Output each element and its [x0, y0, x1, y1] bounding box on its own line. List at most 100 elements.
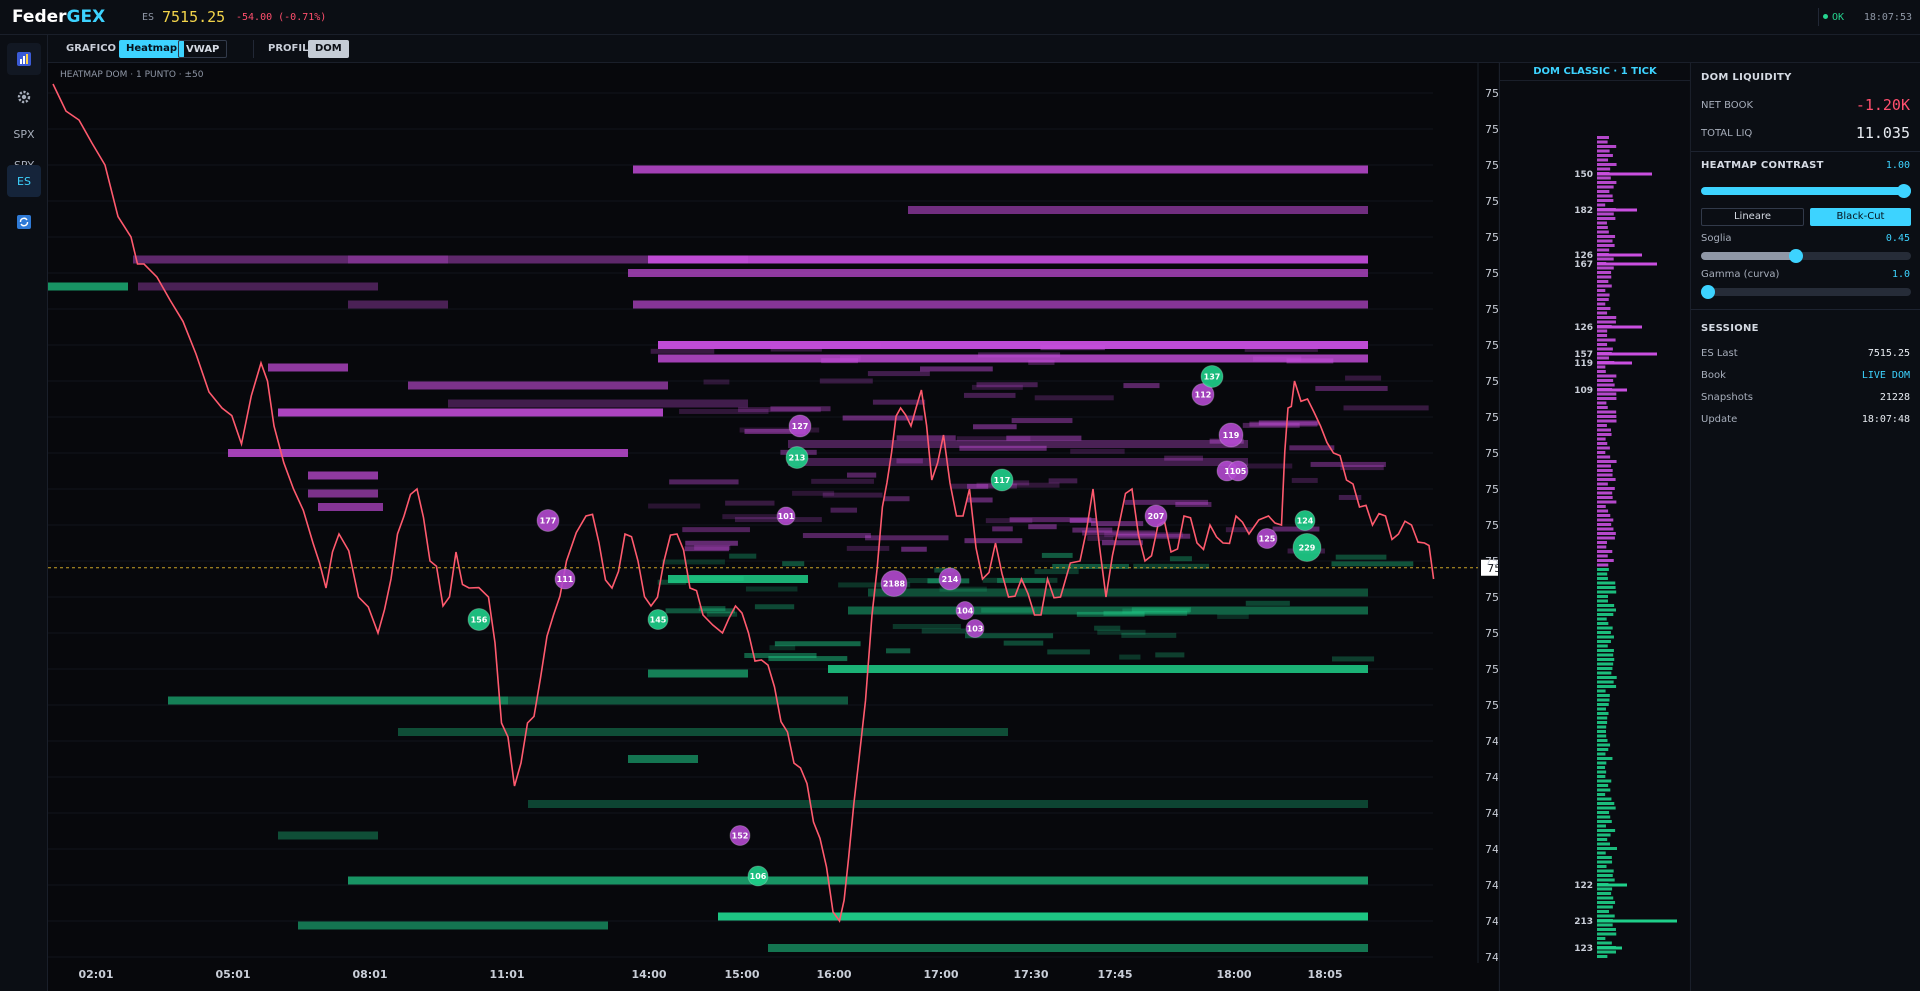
dom-bar: [1597, 307, 1611, 310]
dom-bar: [1597, 257, 1614, 261]
liquidity-band: [398, 728, 1008, 736]
dom-size-label: 123: [1574, 944, 1593, 954]
dom-bar: [1597, 932, 1617, 936]
dom-bar: [1597, 329, 1608, 333]
dom-size-label: 213: [1574, 917, 1593, 927]
dom-bar: [1597, 833, 1611, 837]
divider: [1818, 8, 1819, 26]
dom-size-label: 182: [1574, 206, 1593, 216]
dom-bar: [1597, 950, 1617, 954]
dom-bar: [1597, 784, 1609, 787]
liquidity-cell: [978, 352, 1061, 358]
soglia-slider-handle[interactable]: [1789, 249, 1804, 263]
gamma-slider-handle[interactable]: [1701, 285, 1715, 299]
liquidity-band: [348, 255, 448, 264]
liquidity-cell: [971, 384, 1023, 390]
dom-bar: [1597, 595, 1608, 598]
sidebar-item-spx[interactable]: SPX: [7, 118, 41, 150]
dom-bar: [1597, 563, 1609, 567]
dom-bar: [1597, 599, 1608, 603]
lineare-button[interactable]: Lineare: [1701, 208, 1804, 226]
net-book-label: NET BOOK: [1701, 100, 1754, 111]
dom-bar: [1597, 797, 1612, 801]
liquidity-band: [648, 669, 748, 678]
liquidity-cell: [884, 496, 910, 502]
contrast-slider[interactable]: [1701, 184, 1911, 198]
dom-bar: [1597, 293, 1610, 297]
dom-bar: [1597, 545, 1607, 549]
liquidity-cell: [963, 392, 1016, 398]
liquidity-cell: [754, 604, 795, 610]
liquidity-cell: [1343, 405, 1429, 411]
dom-bar: [1597, 910, 1609, 913]
dom-bar: [1597, 631, 1611, 634]
dom-bar: [1597, 248, 1610, 252]
soglia-slider[interactable]: [1701, 249, 1911, 263]
top-bar: FederGEX ES 7515.25 -54.00 (-0.71%) OK 1…: [0, 0, 1920, 35]
liquidity-cell: [1155, 652, 1185, 658]
liquidity-cell: [1003, 640, 1044, 646]
liquidity-cell: [745, 586, 798, 592]
dom-bar: [1597, 478, 1616, 481]
liquidity-cell: [867, 371, 930, 377]
liquidity-cell: [1048, 478, 1078, 484]
liquidity-cell: [802, 533, 871, 539]
dom-bar: [1597, 401, 1607, 405]
dom-bar: [1597, 334, 1608, 337]
price-axis-label: 7504.00: [1485, 663, 1498, 676]
dom-bar: [1597, 824, 1606, 828]
liquidity-cell: [886, 648, 911, 654]
dom-bar: [1597, 698, 1610, 702]
blackcut-button[interactable]: Black-Cut: [1810, 208, 1911, 226]
sidebar-item-refresh[interactable]: [7, 206, 41, 238]
dom-bar: [1597, 230, 1609, 234]
price-axis-label: 7476.00: [1485, 915, 1498, 928]
tab-heatmap[interactable]: Heatmap: [119, 40, 185, 58]
dom-bar: [1597, 775, 1606, 778]
liquidity-cell: [657, 579, 687, 585]
dom-bar: [1597, 518, 1614, 522]
sidebar-item-chart[interactable]: [7, 43, 41, 75]
dom-bar: [1597, 190, 1610, 193]
liquidity-band: [48, 282, 128, 291]
liquidity-cell: [685, 540, 738, 546]
liquidity-cell: [992, 526, 1013, 532]
session-value: LIVE DOM: [1861, 370, 1910, 381]
liquidity-cell: [892, 623, 961, 629]
app-logo[interactable]: FederGEX: [12, 7, 105, 27]
dom-bar: [1597, 730, 1606, 733]
liquidity-cell: [1345, 375, 1382, 381]
heatmap-canvas[interactable]: 7515.257568.007564.007560.007556.007552.…: [48, 63, 1498, 991]
gear-icon: [17, 90, 31, 104]
sidebar-item-settings[interactable]: [7, 81, 41, 113]
liquidity-band: [228, 449, 628, 457]
dom-bar: [1597, 793, 1606, 796]
dom-bar: [1597, 473, 1613, 477]
bubble-label: 229: [1299, 544, 1316, 553]
dom-bar: [1597, 181, 1617, 184]
dom-bar: [1597, 194, 1613, 198]
heatmap-chart[interactable]: HEATMAP DOM · 1 PUNTO · ±50 7515.257568.…: [48, 63, 1498, 991]
dom-bar: [1597, 739, 1608, 742]
liquidity-band: [408, 381, 668, 390]
dom-bar: [1597, 640, 1611, 643]
tab-dom[interactable]: DOM: [308, 40, 349, 58]
liquidity-cell: [1070, 448, 1125, 454]
liquidity-cell: [684, 546, 729, 552]
contrast-slider-handle[interactable]: [1897, 184, 1911, 198]
dom-bar: [1597, 680, 1614, 684]
price-axis-label: 7564.00: [1485, 123, 1498, 136]
dom-bar-large: [1597, 253, 1642, 257]
bubble-label: 145: [650, 616, 667, 625]
gamma-slider[interactable]: [1701, 285, 1911, 299]
price-axis-label: 7472.00: [1485, 951, 1498, 964]
time-axis-label: 02:01: [78, 968, 113, 981]
liquidity-cell: [1291, 477, 1318, 483]
liquidity-cell: [976, 482, 1060, 488]
bubble-label: 103: [967, 625, 984, 634]
tab-vwap[interactable]: VWAP: [178, 40, 228, 58]
dom-bar-large: [1597, 361, 1632, 365]
price-axis-label: 7496.00: [1485, 735, 1498, 748]
sidebar-item-es[interactable]: ES: [7, 165, 41, 197]
liquidity-band: [508, 696, 848, 705]
